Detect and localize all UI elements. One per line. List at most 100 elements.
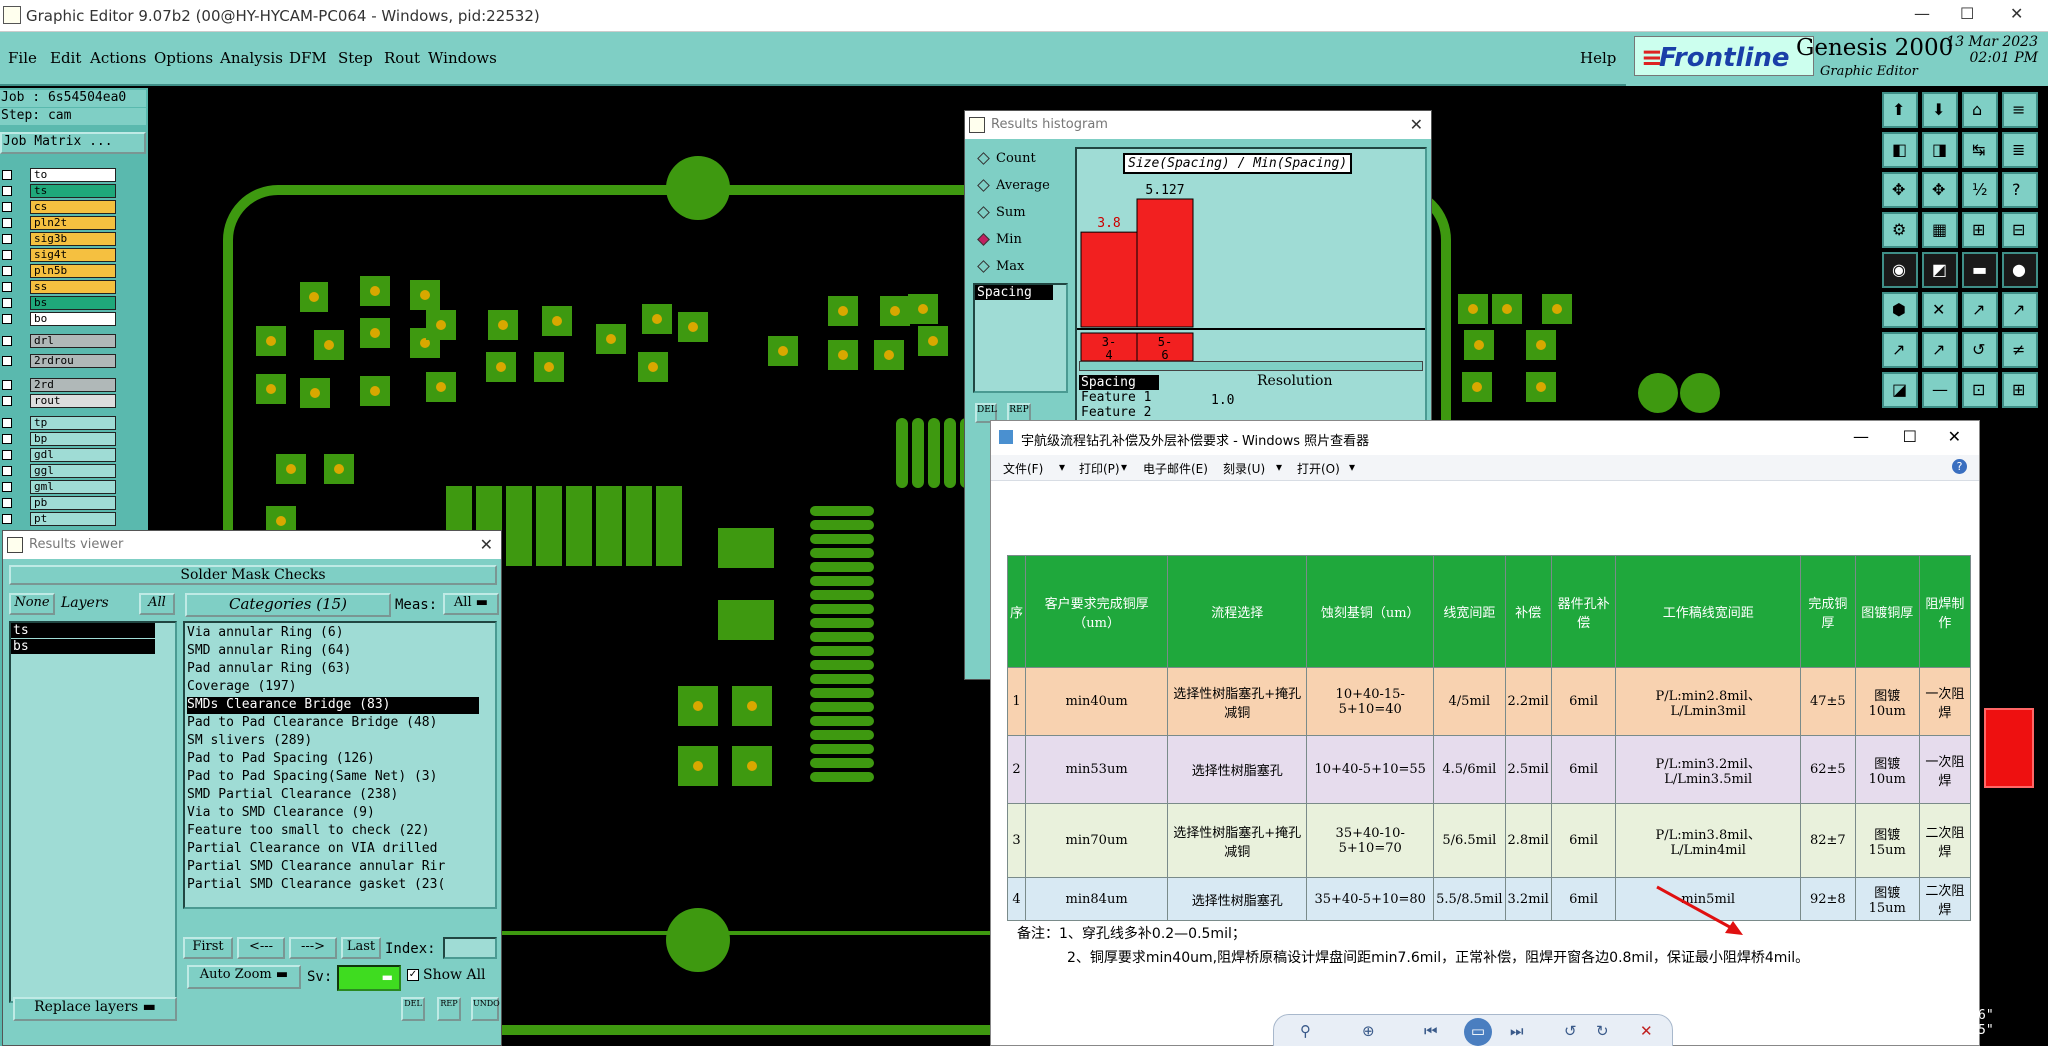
delete-icon[interactable]: ✕ [1640, 1022, 1653, 1040]
layer-checkbox[interactable] [2, 314, 12, 324]
field-item[interactable]: Feature 2 [1079, 405, 1159, 420]
photo-menu-file[interactable]: 文件(F) [1003, 460, 1043, 477]
layer-row[interactable]: pln2t [0, 216, 118, 230]
layer-checkbox[interactable] [2, 336, 12, 346]
field-item[interactable]: Spacing [1079, 375, 1159, 390]
layer-row[interactable]: ts [0, 184, 118, 198]
tool-button[interactable]: ≠ [2002, 332, 2038, 368]
layer-row[interactable]: sig4t [0, 248, 118, 262]
tool-button[interactable]: ◩ [1922, 252, 1958, 288]
category-item[interactable]: Partial SMD Clearance annular Rir [187, 859, 479, 876]
index-input[interactable] [443, 937, 497, 959]
category-item[interactable]: Via to SMD Clearance (9) [187, 805, 479, 822]
tool-button[interactable]: ◉ [1882, 252, 1918, 288]
layer-checkbox[interactable] [2, 234, 12, 244]
viewer-rep-button[interactable]: REP [437, 997, 461, 1021]
category-item[interactable]: Coverage (197) [187, 679, 479, 696]
layer-row[interactable]: rout [0, 394, 118, 408]
tool-button[interactable]: ⊞ [1962, 212, 1998, 248]
histogram-option[interactable]: Average [977, 178, 1050, 193]
layer-checkbox[interactable] [2, 482, 12, 492]
category-item[interactable]: Pad to Pad Clearance Bridge (48) [187, 715, 479, 732]
layer-name[interactable]: pln2t [30, 216, 116, 230]
layer-row[interactable]: gdl [0, 448, 118, 462]
category-item[interactable]: SM slivers (289) [187, 733, 479, 750]
category-list[interactable]: Via annular Ring (6) SMD annular Ring (64… [183, 621, 497, 909]
layer-checkbox[interactable] [2, 282, 12, 292]
photo-menu-open[interactable]: 打开(O) [1297, 460, 1340, 477]
histogram-option[interactable]: Max [977, 259, 1024, 274]
tool-button[interactable]: — [1922, 372, 1958, 408]
layer-name[interactable]: to [30, 168, 116, 182]
category-item[interactable]: Pad to Pad Spacing (126) [187, 751, 479, 768]
viewer-undo-button[interactable]: UNDO [471, 997, 500, 1021]
layer-row[interactable]: 2rd [0, 378, 118, 392]
tool-button[interactable]: ↗ [1922, 332, 1958, 368]
menu-rout[interactable]: Rout [384, 49, 420, 67]
layer-item[interactable]: bs [11, 639, 155, 654]
tool-button[interactable]: ⊞ [2002, 372, 2038, 408]
tool-button[interactable]: ⊡ [1962, 372, 1998, 408]
layer-row[interactable]: ss [0, 280, 118, 294]
layer-row[interactable]: pln5b [0, 264, 118, 278]
histogram-close-icon[interactable]: ✕ [1410, 115, 1423, 134]
viewer-del-button[interactable]: DEL [401, 997, 425, 1021]
category-item[interactable]: Pad annular Ring (63) [187, 661, 479, 678]
layer-checkbox[interactable] [2, 250, 12, 260]
histogram-option[interactable]: Count [977, 151, 1036, 166]
histogram-list[interactable]: Spacing [973, 283, 1068, 393]
layer-name[interactable]: pb [30, 496, 116, 510]
field-item[interactable]: Feature 1 [1079, 390, 1159, 405]
layer-name[interactable]: gdl [30, 448, 116, 462]
layer-row[interactable]: 2rdrou [0, 354, 118, 368]
layer-name[interactable]: gml [30, 480, 116, 494]
tool-button[interactable]: ⬢ [1882, 292, 1918, 328]
histogram-list-item[interactable]: Spacing [975, 285, 1053, 300]
layer-checkbox[interactable] [2, 418, 12, 428]
rotate-left-icon[interactable]: ↺ [1564, 1022, 1577, 1040]
tool-button[interactable]: ≣ [2002, 132, 2038, 168]
layer-checkbox[interactable] [2, 218, 12, 228]
layer-name[interactable]: sig3b [30, 232, 116, 246]
close-button[interactable]: ✕ [2010, 4, 2023, 23]
layer-checkbox[interactable] [2, 298, 12, 308]
tool-button[interactable]: ◧ [1882, 132, 1918, 168]
tool-button[interactable]: ↗ [2002, 292, 2038, 328]
all-button[interactable]: All [139, 593, 175, 615]
layer-row[interactable]: drl [0, 334, 118, 348]
maximize-button[interactable]: ☐ [1960, 4, 1974, 23]
layer-checkbox[interactable] [2, 380, 12, 390]
histogram-bar[interactable] [1136, 198, 1194, 328]
menu-file[interactable]: File [8, 49, 37, 67]
menu-options[interactable]: Options [154, 49, 213, 67]
layer-row[interactable]: bs [0, 296, 118, 310]
layer-name[interactable]: ggl [30, 464, 116, 478]
layer-checkbox[interactable] [2, 434, 12, 444]
layer-checkbox[interactable] [2, 202, 12, 212]
layer-checkbox[interactable] [2, 170, 12, 180]
photo-minimize-button[interactable]: — [1853, 427, 1869, 446]
histogram-option[interactable]: Sum [977, 205, 1026, 220]
layer-name[interactable]: ts [30, 184, 116, 198]
results-viewer-close-icon[interactable]: ✕ [480, 535, 493, 554]
layer-checkbox[interactable] [2, 266, 12, 276]
replace-layers-dropdown[interactable]: Replace layers ▬ [13, 997, 177, 1021]
layer-name[interactable]: drl [30, 334, 116, 348]
photo-close-button[interactable]: ✕ [1948, 427, 1961, 446]
layer-row[interactable]: ggl [0, 464, 118, 478]
none-button[interactable]: None [9, 593, 55, 615]
layer-selection-list[interactable]: ts bs [9, 621, 177, 1003]
last-button[interactable]: Last [341, 937, 381, 959]
layer-checkbox[interactable] [2, 396, 12, 406]
layer-name[interactable]: 2rd [30, 378, 116, 392]
tool-button[interactable]: ⬇ [1922, 92, 1958, 128]
layer-name[interactable]: pln5b [30, 264, 116, 278]
layer-row[interactable]: bp [0, 432, 118, 446]
tool-button[interactable]: ⊟ [2002, 212, 2038, 248]
category-item[interactable]: Via annular Ring (6) [187, 625, 479, 642]
tool-button[interactable]: ≡ [2002, 92, 2038, 128]
layer-checkbox[interactable] [2, 186, 12, 196]
tool-button[interactable]: ½ [1962, 172, 1998, 208]
next-button[interactable]: ---> [289, 937, 337, 959]
layer-row[interactable]: cs [0, 200, 118, 214]
